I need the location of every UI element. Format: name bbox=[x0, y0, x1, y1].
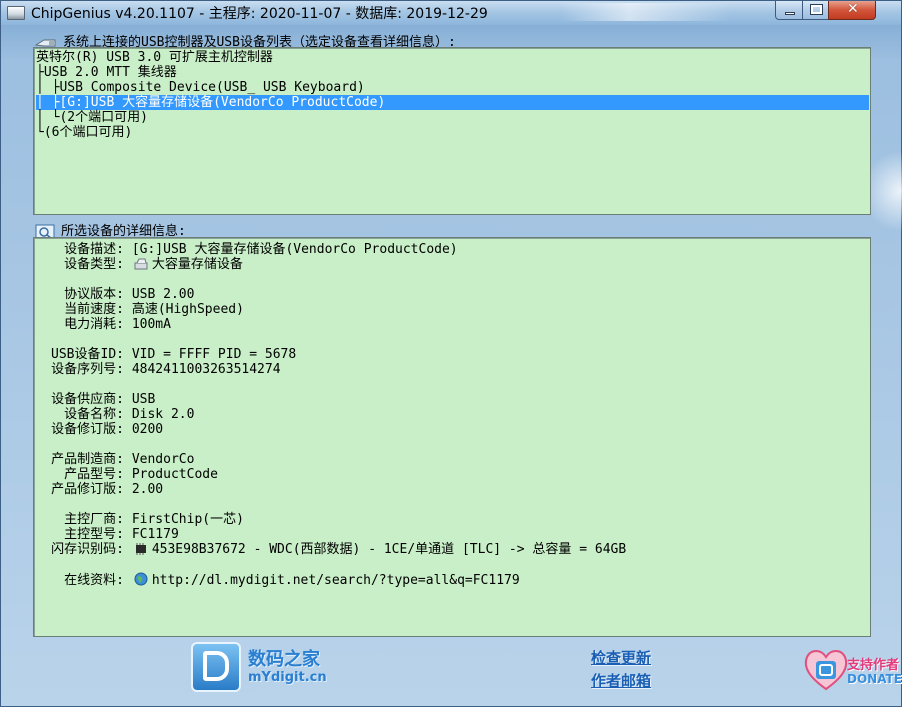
tree-item-host-controller[interactable]: 英特尔(R) USB 3.0 可扩展主机控制器 bbox=[36, 50, 869, 65]
minimize-button[interactable] bbox=[775, 1, 803, 20]
tree-item-hub-ports[interactable]: │ └(2个端口可用) bbox=[36, 110, 869, 125]
globe-icon bbox=[134, 572, 148, 586]
detail-row-device-rev: 设备修订版: 0200 bbox=[51, 422, 164, 437]
chip-icon bbox=[135, 543, 146, 555]
usb-drive-icon bbox=[7, 6, 25, 20]
title-bar[interactable]: ChipGenius v4.20.1107 - 主程序: 2020-11-07 … bbox=[1, 1, 901, 25]
decorative-flower bbox=[871, 131, 902, 261]
detail-row-online-info[interactable]: 在线资料: http://dl.mydigit.net/search/?type… bbox=[36, 572, 520, 588]
site-name-link[interactable]: 数码之家 bbox=[248, 645, 320, 671]
chipgenius-window: ChipGenius v4.20.1107 - 主程序: 2020-11-07 … bbox=[0, 0, 902, 707]
maximize-icon bbox=[810, 4, 823, 15]
donate-label[interactable]: DONATE bbox=[847, 672, 902, 686]
detail-row-vendor: 设备供应商: USB bbox=[51, 392, 156, 407]
detail-row-controller-model: 主控型号: FC1179 bbox=[64, 527, 179, 542]
minimize-icon bbox=[785, 12, 795, 15]
detail-row-power: 电力消耗: 100mA bbox=[64, 317, 171, 332]
online-info-link[interactable]: http://dl.mydigit.net/search/?type=all&q… bbox=[152, 573, 520, 588]
detail-row-product-rev: 产品修订版: 2.00 bbox=[51, 482, 164, 497]
donate-link[interactable]: 支持作者 bbox=[847, 654, 899, 673]
drive-icon bbox=[134, 258, 148, 270]
detail-row-manufacturer: 产品制造商: VendorCo bbox=[51, 452, 195, 467]
detail-row-speed: 当前速度: 高速(HighSpeed) bbox=[64, 302, 244, 317]
detail-row-serial: 设备序列号: 4842411003263514274 bbox=[51, 362, 281, 377]
window-title: ChipGenius v4.20.1107 - 主程序: 2020-11-07 … bbox=[31, 6, 488, 22]
author-mail-link[interactable]: 作者邮箱 bbox=[591, 670, 651, 691]
close-icon: ✕ bbox=[847, 1, 859, 17]
footer-bar: 数码之家 mYdigit.cn 检查更新 作者邮箱 支持作者 DONATE bbox=[1, 637, 902, 707]
site-url-link[interactable]: mYdigit.cn bbox=[248, 670, 327, 685]
detail-row-description: 设备描述: [G:]USB 大容量存储设备(VendorCo ProductCo… bbox=[64, 242, 458, 257]
detail-row-device-name: 设备名称: Disk 2.0 bbox=[64, 407, 195, 422]
tree-item-hub[interactable]: ├USB 2.0 MTT 集线器 bbox=[36, 65, 869, 80]
close-button[interactable]: ✕ bbox=[828, 1, 876, 20]
check-update-link[interactable]: 检查更新 bbox=[591, 647, 651, 668]
heart-icon[interactable] bbox=[801, 645, 851, 693]
detail-row-usb-id: USB设备ID: VID = FFFF PID = 5678 bbox=[51, 347, 297, 362]
detail-row-controller-vendor: 主控厂商: FirstChip(一芯) bbox=[64, 512, 244, 527]
maximize-button[interactable] bbox=[802, 1, 829, 20]
tree-item-mass-storage[interactable]: │ ├[G:]USB 大容量存储设备(VendorCo ProductCode) bbox=[36, 95, 869, 110]
detail-row-protocol: 协议版本: USB 2.00 bbox=[64, 287, 195, 302]
device-tree[interactable]: 英特尔(R) USB 3.0 可扩展主机控制器 ├USB 2.0 MTT 集线器… bbox=[33, 47, 871, 215]
titlebar-glare bbox=[561, 3, 731, 21]
detail-row-flash-id: 闪存识别码: 453E98B37672 - WDC(西部数据) - 1CE/单通… bbox=[51, 542, 627, 557]
logo-d-shape bbox=[203, 651, 229, 681]
detail-panel[interactable]: 设备描述: [G:]USB 大容量存储设备(VendorCo ProductCo… bbox=[33, 237, 871, 637]
detail-row-type: 设备类型: 大容量存储设备 bbox=[64, 257, 243, 272]
mydigit-logo-icon[interactable] bbox=[191, 642, 241, 692]
tree-item-keyboard[interactable]: │ ├USB Composite Device(USB_ USB Keyboar… bbox=[36, 80, 869, 95]
detail-row-product-model: 产品型号: ProductCode bbox=[64, 467, 218, 482]
tree-item-root-ports[interactable]: └(6个端口可用) bbox=[36, 125, 869, 140]
